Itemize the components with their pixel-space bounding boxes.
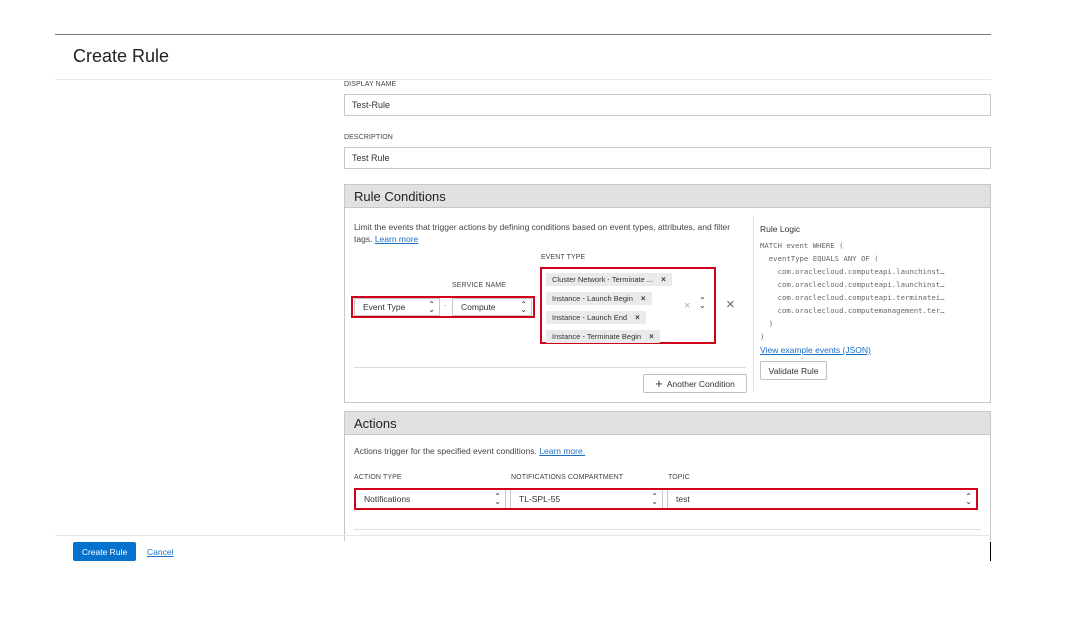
clear-all-icon[interactable]: × — [684, 300, 690, 312]
rule-conditions-help: Limit the events that trigger actions by… — [354, 221, 744, 245]
view-example-events-link[interactable]: View example events (JSON) — [760, 344, 871, 356]
scrollbar-edge — [990, 542, 991, 561]
display-name-value: Test-Rule — [352, 100, 391, 110]
rule-logic-line: com.oraclecloud.computeapi.launchinst… — [760, 280, 945, 289]
top-divider — [55, 34, 991, 35]
rule-conditions-title: Rule Conditions — [345, 185, 990, 208]
actions-learn-more-link[interactable]: Learn more. — [539, 446, 585, 456]
chevron-up-down-icon: ⌃ ⌄ — [520, 300, 527, 314]
chip-label: Cluster Network - Terminate ... — [552, 275, 654, 284]
condition-separator: . — [444, 299, 447, 308]
topic-value: test — [676, 494, 690, 504]
rule-logic-line: com.oraclecloud.computemanagement.ter… — [760, 306, 945, 315]
logic-divider — [753, 215, 754, 391]
cancel-link[interactable]: Cancel — [147, 546, 173, 558]
conditions-divider — [354, 367, 746, 368]
service-name-value: Compute — [461, 302, 496, 312]
remove-condition-icon[interactable]: × — [726, 296, 735, 313]
rule-logic-line: ) — [760, 332, 765, 341]
page-title: Create Rule — [73, 46, 170, 66]
compartment-select[interactable]: TL-SPL-55 ⌃ ⌄ — [510, 490, 663, 508]
condition-type-select[interactable]: Event Type ⌃ ⌄ — [354, 298, 440, 316]
another-condition-label: Another Condition — [666, 378, 735, 389]
rule-logic-line: com.oraclecloud.computeapi.launchinst… — [760, 267, 945, 276]
description-label: DESCRIPTION — [344, 134, 393, 141]
actions-help-text: Actions trigger for the specified event … — [354, 446, 537, 456]
rule-conditions-panel: Rule Conditions Limit the events that tr… — [344, 184, 991, 403]
chevron-up-down-icon: ⌃ ⌄ — [651, 492, 658, 506]
footer-divider — [55, 535, 991, 536]
another-condition-button[interactable]: + Another Condition — [643, 374, 747, 393]
event-type-label: EVENT TYPE — [541, 254, 586, 261]
chip-label: Instance - Terminate Begin — [552, 332, 642, 341]
chip-label: Instance - Launch Begin — [552, 294, 633, 303]
actions-help: Actions trigger for the specified event … — [354, 445, 585, 457]
validate-rule-button[interactable]: Validate Rule — [760, 361, 827, 380]
create-rule-button[interactable]: Create Rule — [73, 542, 136, 561]
rule-logic-title: Rule Logic — [760, 224, 801, 234]
event-type-chip: Cluster Network - Terminate ... × — [546, 273, 672, 286]
actions-divider — [354, 529, 981, 530]
compartment-label: NOTIFICATIONS COMPARTMENT — [511, 474, 624, 481]
chip-label: Instance - Launch End — [552, 313, 628, 322]
action-type-value: Notifications — [364, 494, 411, 504]
chevron-up-down-icon[interactable]: ⌃ ⌄ — [699, 297, 706, 310]
description-value: Test Rule — [352, 153, 390, 163]
remove-chip-icon[interactable]: × — [649, 332, 654, 341]
rule-logic-code: MATCH event WHERE ( eventType EQUALS ANY… — [760, 239, 945, 343]
event-type-chip: Instance - Launch End × — [546, 311, 646, 324]
header-divider — [55, 79, 991, 80]
service-name-select[interactable]: Compute ⌃ ⌄ — [452, 298, 532, 316]
learn-more-link[interactable]: Learn more — [375, 234, 418, 244]
service-name-label: SERVICE NAME — [452, 282, 506, 289]
rule-logic-line: com.oraclecloud.computeapi.terminatei… — [760, 293, 945, 302]
topic-label: TOPIC — [668, 474, 690, 481]
event-type-chip: Instance - Terminate Begin × — [546, 330, 660, 343]
chevron-up-down-icon: ⌃ ⌄ — [494, 492, 501, 506]
compartment-value: TL-SPL-55 — [519, 494, 561, 504]
actions-title: Actions — [345, 412, 990, 435]
event-type-chip: Instance - Launch Begin × — [546, 292, 652, 305]
topic-select[interactable]: test ⌃ ⌄ — [667, 490, 976, 508]
plus-icon: + — [655, 375, 663, 391]
condition-type-value: Event Type — [363, 302, 406, 312]
chevron-up-down-icon: ⌃ ⌄ — [428, 300, 435, 314]
remove-chip-icon[interactable]: × — [641, 294, 646, 303]
rule-logic-line: ) — [760, 319, 774, 328]
action-type-label: ACTION TYPE — [354, 474, 402, 481]
display-name-label: DISPLAY NAME — [344, 81, 397, 88]
actions-panel: Actions Actions trigger for the specifie… — [344, 411, 991, 541]
display-name-field[interactable]: Test-Rule — [344, 94, 991, 116]
event-type-highlight[interactable]: Cluster Network - Terminate ... × Instanc… — [540, 267, 716, 344]
remove-chip-icon[interactable]: × — [661, 275, 666, 284]
rule-logic-line: eventType EQUALS ANY OF ( — [760, 254, 879, 263]
chevron-up-down-icon: ⌃ ⌄ — [965, 492, 972, 506]
action-type-select[interactable]: Notifications ⌃ ⌄ — [356, 490, 506, 508]
description-field[interactable]: Test Rule — [344, 147, 991, 169]
rule-logic-line: MATCH event WHERE ( — [760, 241, 844, 250]
remove-chip-icon[interactable]: × — [635, 313, 640, 322]
